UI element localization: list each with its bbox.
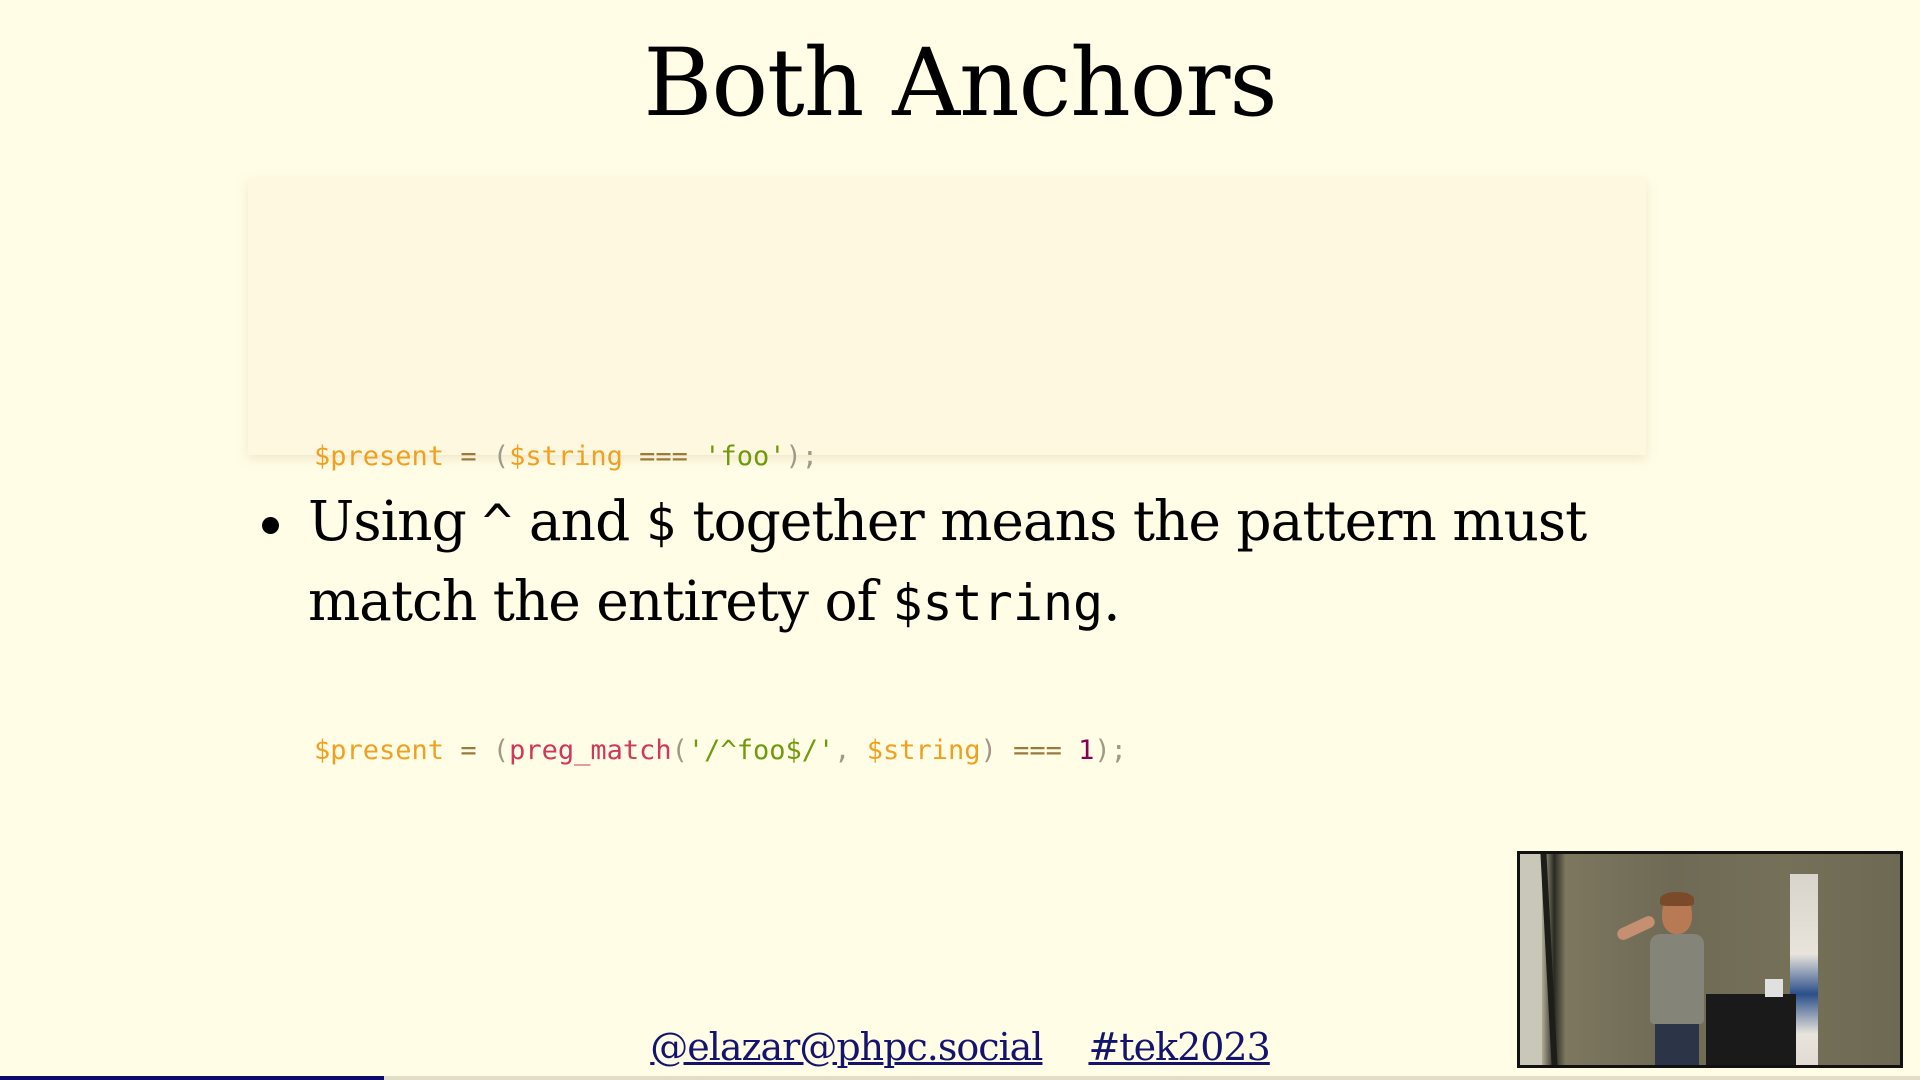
code-token-str: 'foo' [704,441,786,472]
inline-code: $string [892,574,1104,632]
speaker-legs [1655,1024,1699,1065]
slide-title: Both Anchors [643,29,1277,138]
code-token-punc: ( [476,441,510,472]
code-token-punc [1062,735,1078,766]
code-token-punc: , [834,735,867,766]
code-token-punc: ) [980,735,1014,766]
webcam-cup [1765,979,1783,997]
code-token-op: = [460,735,477,766]
code-token-str: '/^foo$/' [687,735,835,766]
speaker-hair [1660,892,1694,906]
code-token-num: 1 [1078,735,1095,766]
code-line: $present = (preg_match('/^foo$/', $strin… [314,702,1646,800]
hashtag-link[interactable]: #tek2023 [1088,1025,1270,1069]
code-token-punc [444,441,460,472]
bullet-item: Using ^ and $ together means the pattern… [260,482,1660,642]
mastodon-handle-link[interactable]: @elazar@phpc.social [650,1025,1043,1069]
slide-progress-bar [0,1076,1920,1080]
code-token-op: === [639,441,688,472]
code-block: $present = ($string === 'foo'); $present… [248,178,1646,766]
slide: Both Anchors $present = ($string === 'fo… [0,0,1920,1080]
code-token-op: === [1013,735,1062,766]
code-token-punc: ( [671,735,688,766]
webcam-podium [1706,994,1796,1065]
code-token-punc [623,441,639,472]
code-token-punc [688,441,704,472]
webcam-wall [1520,854,1542,1065]
code-token-punc [444,735,460,766]
code-token-var: $present [314,735,445,766]
bullet-text-segment: Using [308,489,483,553]
code-token-var: $string [509,441,623,472]
code-token-punc: ); [1094,735,1127,766]
inline-code: ^ [482,494,513,552]
code-token-fn: preg_match [509,735,672,766]
bullet-dot-icon [262,517,279,534]
bullet-text-segment: . [1103,569,1121,633]
bullet-list: Using ^ and $ together means the pattern… [260,482,1660,642]
speaker-body [1650,934,1704,1024]
slide-progress-fill [0,1076,384,1080]
bullet-text: Using ^ and $ together means the pattern… [308,489,1587,633]
code-token-op: = [460,441,477,472]
code-token-var: $string [866,735,981,766]
code-token-punc: ( [476,735,510,766]
speaker-arm [1615,914,1657,942]
code-token-var: $present [314,441,445,472]
inline-code: $ [645,494,676,552]
speaker-webcam-overlay [1517,851,1903,1068]
bullet-text-segment: and [512,489,646,553]
code-token-punc: ); [785,441,818,472]
webcam-pillar [1540,854,1558,1065]
